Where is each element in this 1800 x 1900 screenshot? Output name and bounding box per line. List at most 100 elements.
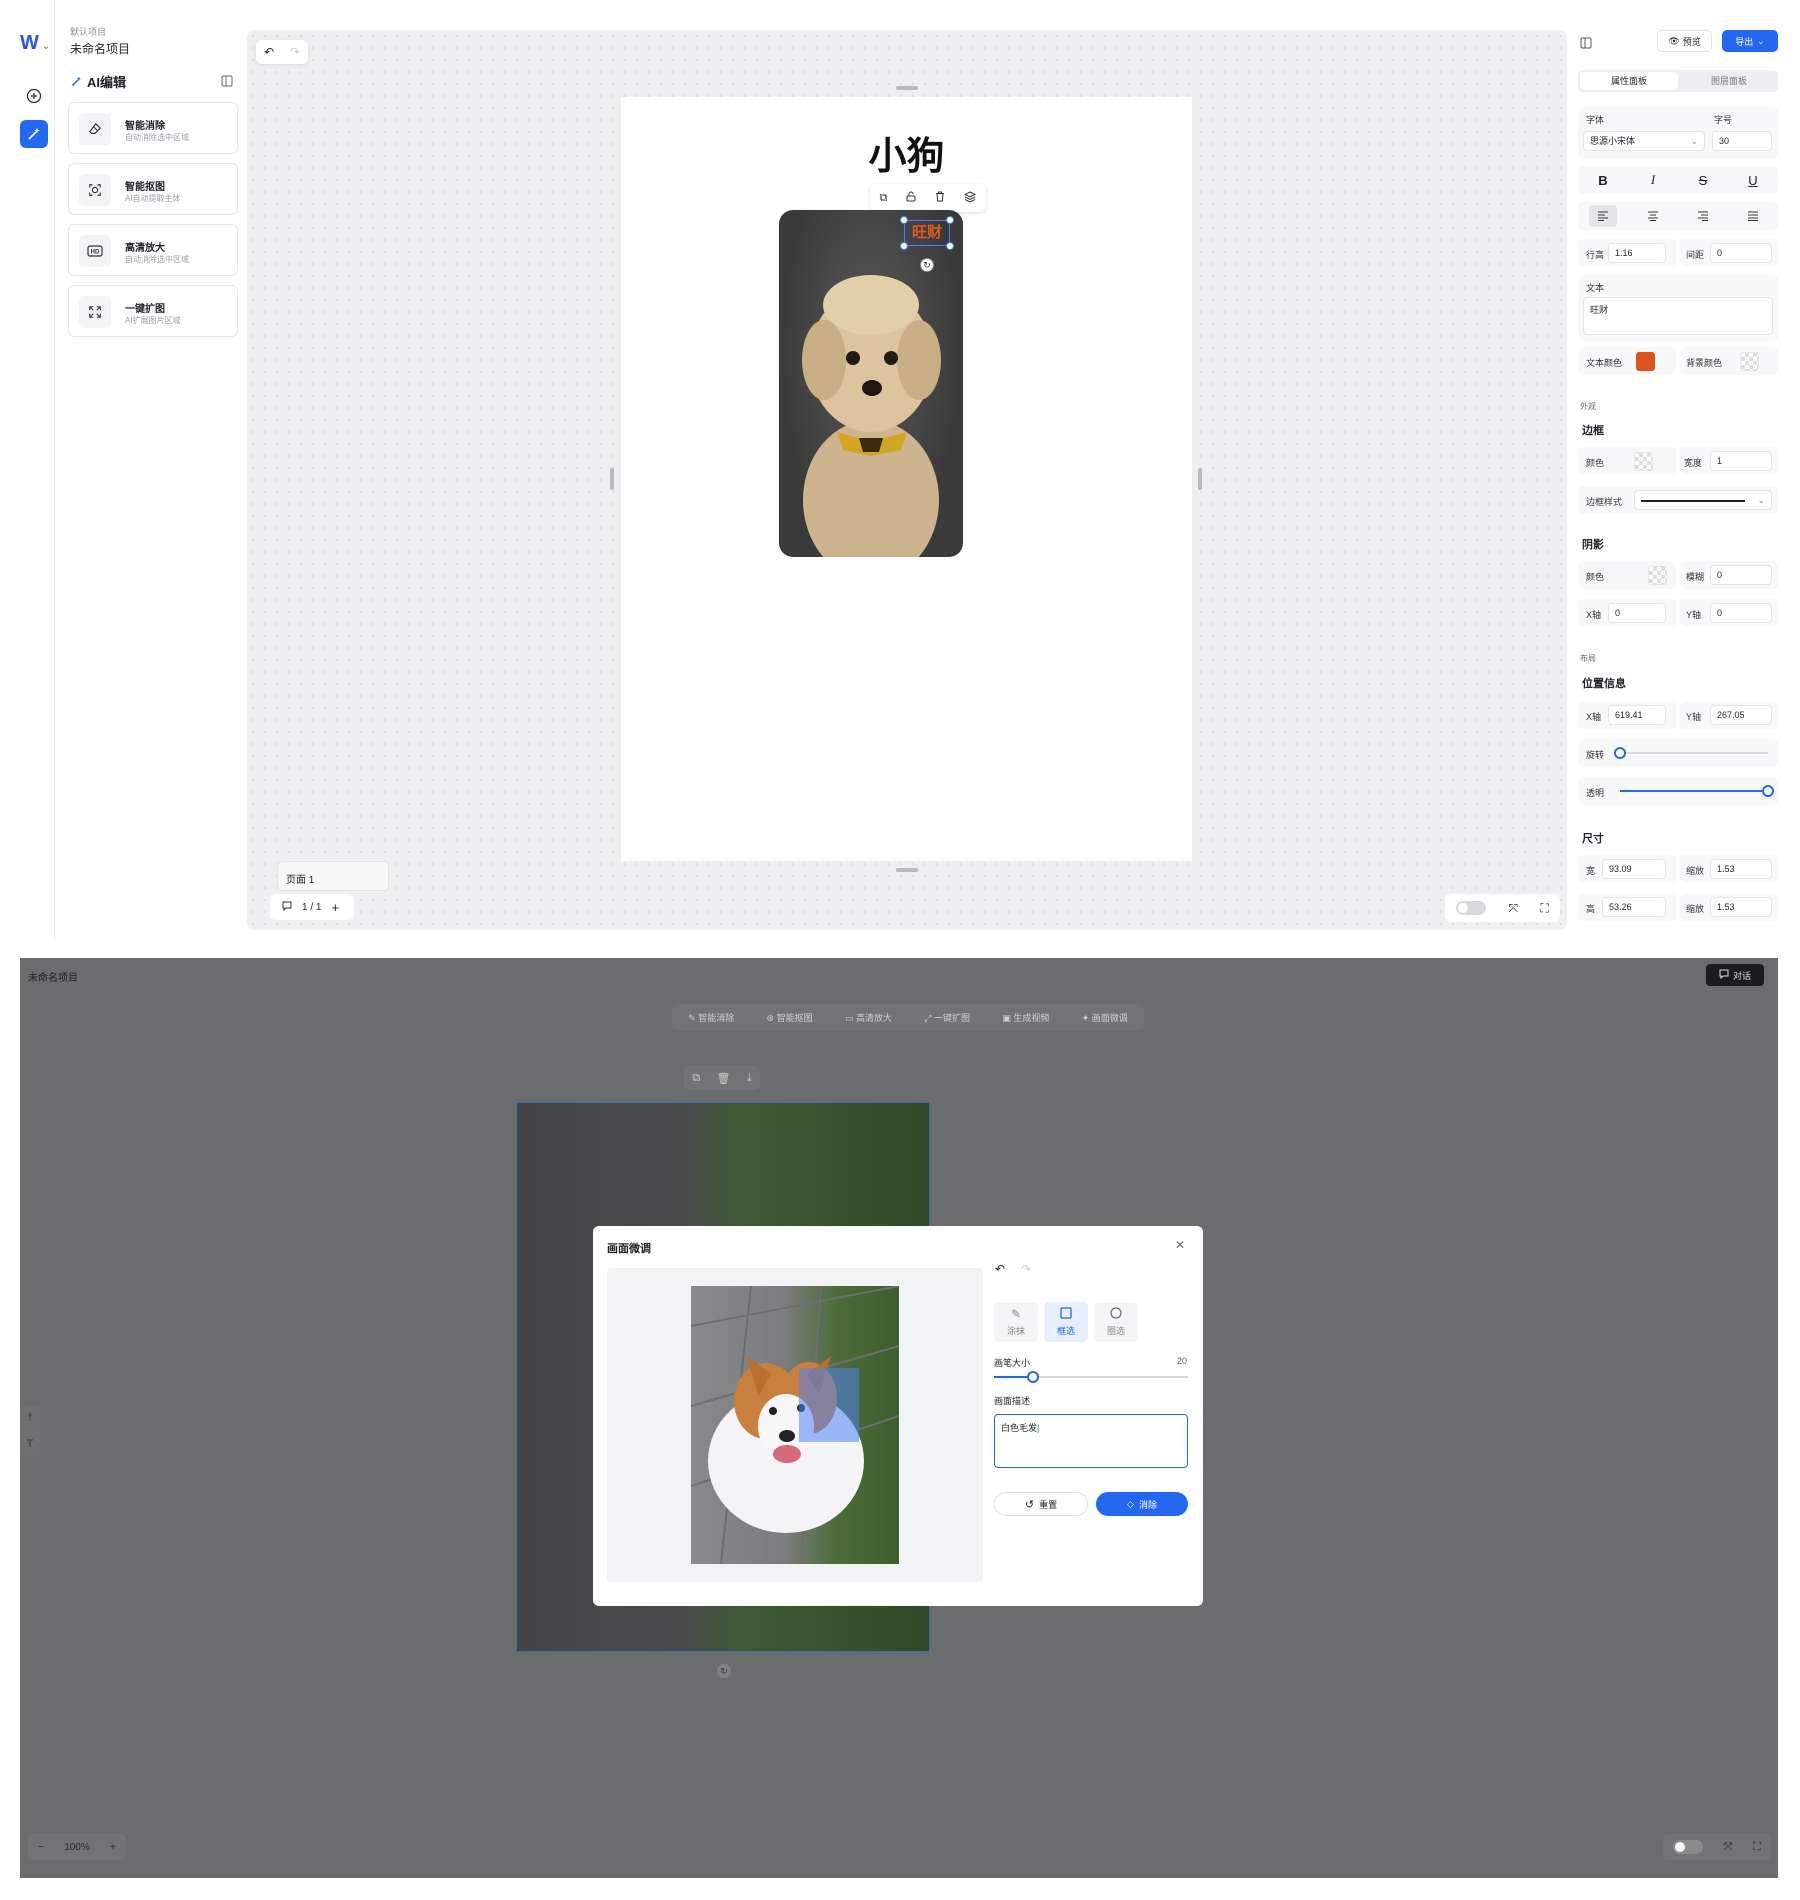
corgi-preview-image[interactable]	[691, 1286, 899, 1564]
text-tool-icon[interactable]: T	[27, 1438, 34, 1450]
align-center-icon[interactable]	[1639, 205, 1667, 227]
fullscreen-icon[interactable]: ⛶	[1753, 1841, 1761, 1854]
rotate-slider[interactable]	[1614, 747, 1768, 759]
redo-icon[interactable]: ↷	[290, 45, 300, 59]
toolbar-item-smart-cutout[interactable]: ⊛ 智能抠图	[767, 1011, 813, 1024]
align-justify-icon[interactable]	[1739, 205, 1767, 227]
add-page-icon[interactable]: +	[331, 900, 339, 915]
layers-icon[interactable]	[964, 190, 977, 206]
fullscreen-icon[interactable]: ⛶	[1540, 901, 1548, 916]
opacity-slider-knob[interactable]	[1762, 785, 1774, 797]
selected-text-element[interactable]: 旺财	[906, 222, 948, 244]
page-thumbnail[interactable]: 页面 1	[277, 861, 389, 891]
tab-properties[interactable]: 属性面板	[1580, 72, 1678, 90]
page-heading-text[interactable]: 小狗	[621, 125, 1192, 180]
pos-x-input[interactable]: 619.41	[1608, 705, 1666, 725]
fit-screen-icon[interactable]: ⤧	[1508, 901, 1518, 916]
tool-lasso-select[interactable]: 圈选	[1094, 1302, 1138, 1342]
border-width-input[interactable]: 1	[1710, 451, 1772, 471]
trash-icon[interactable]: 🗑	[716, 1072, 730, 1085]
fit-screen-icon[interactable]: ⤧	[1724, 1841, 1733, 1854]
opacity-slider[interactable]	[1620, 785, 1774, 797]
zoom-in-icon[interactable]: +	[110, 1842, 116, 1853]
text-content-input[interactable]: 旺财	[1583, 297, 1773, 335]
border-color-swatch[interactable]	[1634, 452, 1653, 471]
scale-h-input[interactable]: 1.53	[1710, 897, 1772, 917]
toolbar-item-fine-tune[interactable]: ✦ 画面微调	[1082, 1011, 1128, 1024]
grid-toggle[interactable]	[1673, 1840, 1704, 1854]
rotate-handle-icon[interactable]: ↻	[920, 258, 934, 272]
rotate-handle-icon[interactable]: ↻	[717, 1664, 731, 1678]
ai-edit-rail-button[interactable]	[20, 120, 48, 148]
strikethrough-icon[interactable]: S	[1689, 169, 1717, 191]
pos-y-input[interactable]: 267.05	[1710, 705, 1772, 725]
underline-icon[interactable]: U	[1739, 169, 1767, 191]
chat-button[interactable]: 对话	[1706, 964, 1764, 986]
shadow-color-swatch[interactable]	[1648, 566, 1667, 585]
align-left-icon[interactable]	[1589, 205, 1617, 227]
width-input[interactable]: 93.09	[1602, 859, 1666, 879]
font-size-input[interactable]: 30	[1712, 131, 1772, 151]
scale-w-input[interactable]: 1.53	[1710, 859, 1772, 879]
reset-button[interactable]: ↺ 重置	[994, 1492, 1088, 1516]
trash-icon[interactable]	[935, 191, 945, 205]
zoom-out-icon[interactable]: −	[38, 1842, 44, 1853]
bg-color-swatch[interactable]	[1740, 352, 1759, 371]
resize-handle-left[interactable]	[610, 468, 614, 490]
copy-icon[interactable]: ⧉	[880, 192, 888, 205]
description-input[interactable]: 白色毛发|	[994, 1414, 1188, 1468]
shadow-x-input[interactable]: 0	[1608, 603, 1666, 623]
resize-handle-right[interactable]	[1198, 468, 1202, 490]
ai-tool-expand[interactable]: 一键扩图 AI扩展图片区域	[68, 285, 238, 337]
bold-icon[interactable]: B	[1589, 169, 1617, 191]
font-select[interactable]: 思源小宋体 ⌄	[1583, 131, 1705, 151]
shadow-color-group: 颜色	[1578, 561, 1676, 589]
preview-button[interactable]: 👁 预览	[1657, 30, 1712, 52]
panel-toggle-icon[interactable]	[1580, 37, 1592, 49]
shadow-blur-input[interactable]: 0	[1710, 565, 1772, 585]
selection-mask[interactable]	[799, 1368, 859, 1442]
align-right-icon[interactable]	[1689, 205, 1717, 227]
ai-tool-smart-cutout[interactable]: 智能抠图 AI自动提取主体	[68, 163, 238, 215]
undo-icon[interactable]: ↶	[995, 1262, 1005, 1276]
toolbar-item-generate-video[interactable]: ▣ 生成视频	[1002, 1011, 1049, 1024]
letter-spacing-input[interactable]: 0	[1710, 243, 1772, 263]
tool-brush[interactable]: ✎ 涂抹	[994, 1302, 1038, 1342]
tab-layers[interactable]: 图层面板	[1680, 70, 1778, 92]
grid-toggle[interactable]	[1456, 901, 1487, 915]
download-icon[interactable]: ⤓	[747, 1072, 752, 1085]
app-logo[interactable]: W ⌄	[20, 32, 50, 55]
italic-icon[interactable]: I	[1639, 169, 1667, 191]
brush-size-slider[interactable]	[994, 1371, 1188, 1383]
project-title[interactable]: 未命名项目	[70, 40, 130, 57]
redo-icon[interactable]: ↷	[1021, 1262, 1031, 1276]
dog-image[interactable]	[779, 210, 963, 557]
line-height-input[interactable]: 1.16	[1608, 243, 1666, 263]
copy-icon[interactable]: ⧉	[692, 1072, 700, 1085]
text-color-swatch[interactable]	[1636, 352, 1655, 371]
ai-tool-smart-erase[interactable]: 智能消除 自动消除选中区域	[68, 102, 238, 154]
toolbar-item-smart-erase[interactable]: ✎ 智能消除	[688, 1011, 734, 1024]
rotate-slider-knob[interactable]	[1614, 747, 1626, 759]
tool-box-select[interactable]: 框选	[1044, 1302, 1088, 1342]
export-button[interactable]: 导出 ⌄	[1722, 30, 1778, 52]
undo-icon[interactable]: ↶	[264, 45, 274, 59]
erase-button[interactable]: ◇ 消除	[1096, 1492, 1188, 1516]
border-style-select[interactable]: ⌄	[1634, 490, 1772, 510]
toolbar-item-expand[interactable]: ⤢ 一键扩图	[924, 1011, 970, 1024]
toolbar-item-hd-upscale[interactable]: ▭ 高清放大	[845, 1011, 892, 1024]
ai-tool-hd-upscale[interactable]: HD 高清放大 自动消除选中区域	[68, 224, 238, 276]
add-button[interactable]	[20, 82, 48, 110]
comment-icon[interactable]	[282, 901, 292, 914]
resize-handle-bottom[interactable]	[896, 868, 918, 872]
upload-icon[interactable]: ⤒	[28, 1412, 33, 1425]
resize-handle-top[interactable]	[896, 86, 918, 90]
shadow-y-input[interactable]: 0	[1710, 603, 1772, 623]
project-title[interactable]: 未命名项目	[28, 969, 78, 984]
text-content-group: 文本 旺财	[1578, 275, 1778, 341]
height-input[interactable]: 53.26	[1602, 897, 1666, 917]
lock-icon[interactable]	[906, 191, 916, 205]
close-icon[interactable]: ✕	[1175, 1238, 1185, 1252]
brush-slider-knob[interactable]	[1026, 1371, 1039, 1383]
collapse-panel-icon[interactable]	[221, 75, 233, 87]
